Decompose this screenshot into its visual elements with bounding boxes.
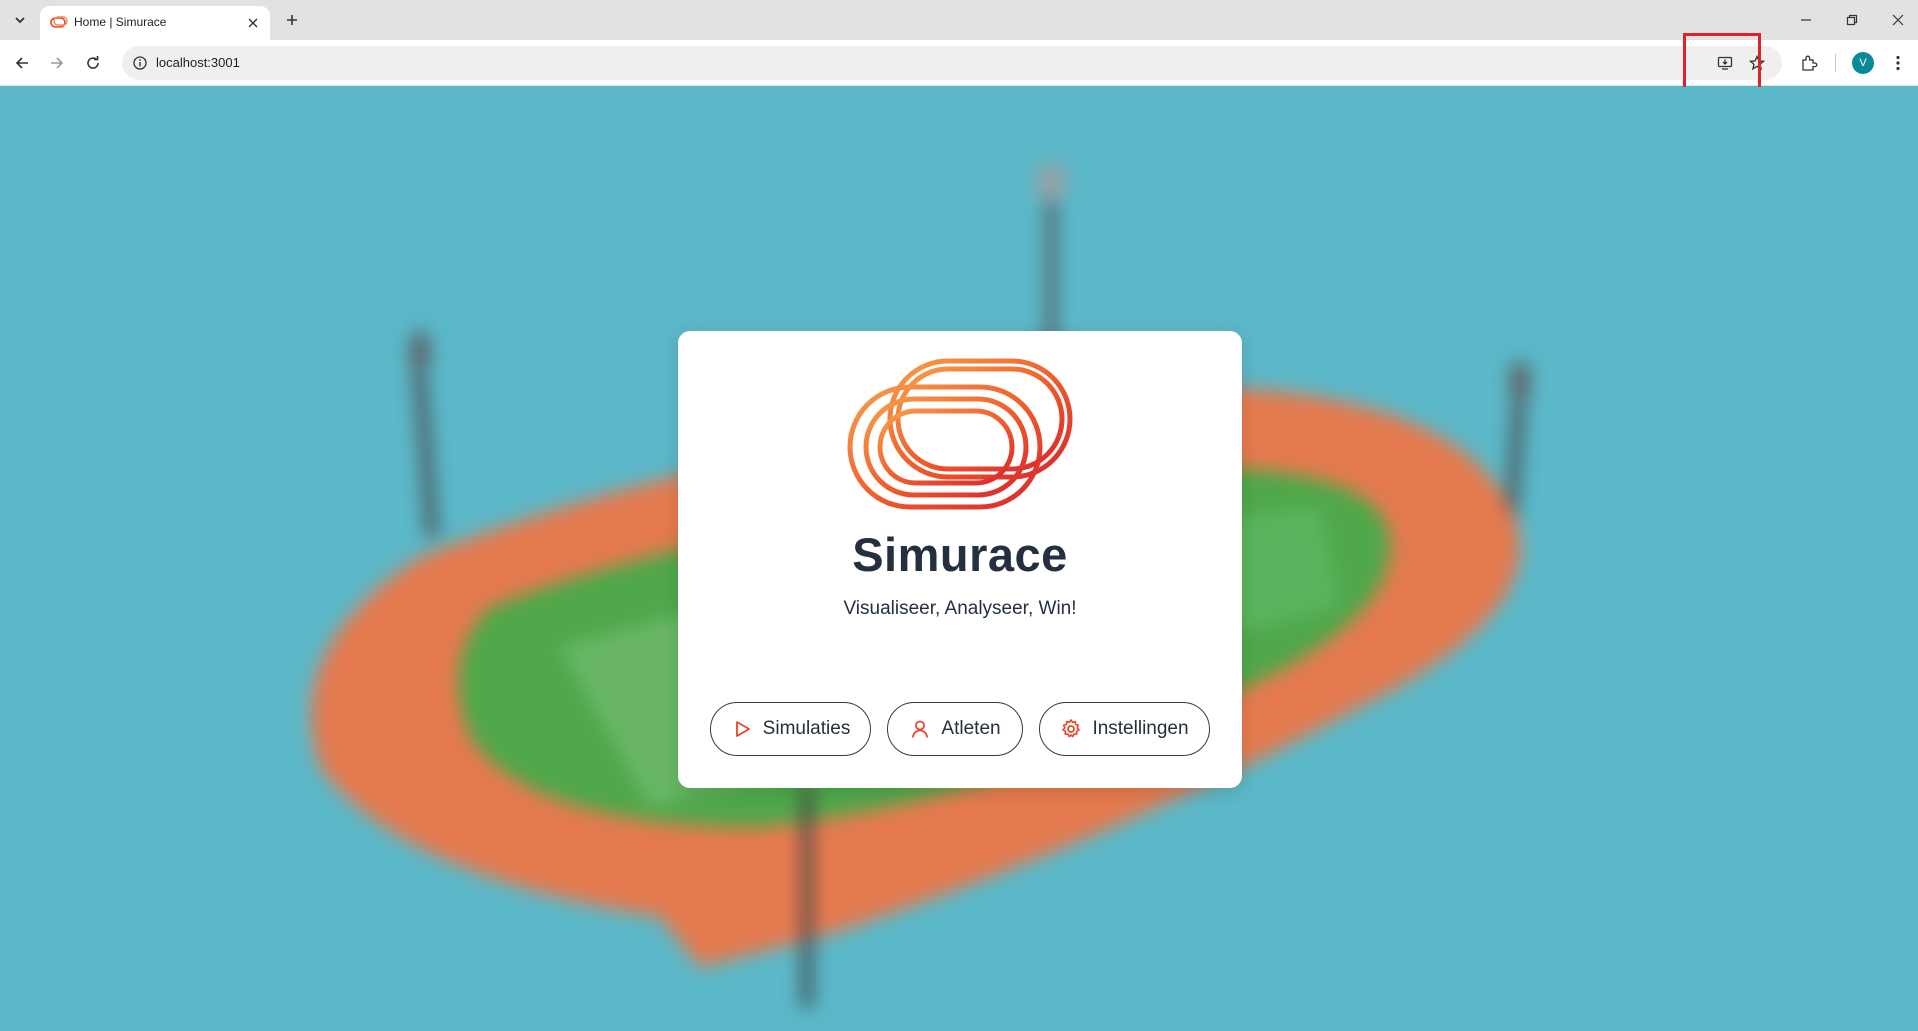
tab-search-button[interactable]: [8, 9, 32, 31]
play-icon: [731, 718, 753, 740]
active-tab[interactable]: Home | Simurace: [40, 6, 270, 40]
simurace-logo-icon: [847, 358, 1073, 510]
star-icon: [1749, 55, 1765, 71]
bookmark-button[interactable]: [1745, 51, 1769, 75]
simulaties-button[interactable]: Simulaties: [710, 702, 871, 756]
forward-button[interactable]: [44, 50, 70, 76]
simurace-favicon-icon: [50, 16, 68, 28]
close-window-button[interactable]: [1884, 8, 1912, 32]
minimize-button[interactable]: [1792, 8, 1820, 32]
new-tab-button[interactable]: [280, 8, 304, 32]
toolbar-separator: [1835, 54, 1836, 72]
browser-menu-button[interactable]: [1886, 50, 1910, 76]
url-text: localhost:3001: [156, 55, 240, 70]
chevron-down-icon: [15, 17, 25, 24]
install-app-button[interactable]: [1713, 51, 1737, 75]
close-icon: [248, 18, 258, 28]
atleten-button[interactable]: Atleten: [887, 702, 1023, 756]
gear-icon: [1060, 718, 1082, 740]
back-button[interactable]: [9, 50, 35, 76]
info-icon: [133, 56, 147, 70]
arrow-left-icon: [15, 57, 28, 69]
install-app-icon: [1717, 56, 1733, 70]
welcome-card: Simurace Visualiseer, Analyseer, Win! Si…: [678, 331, 1242, 788]
site-info-button[interactable]: [130, 53, 150, 73]
reload-button[interactable]: [80, 50, 106, 76]
instellingen-label: Instellingen: [1092, 718, 1189, 739]
user-icon: [909, 718, 931, 740]
minimize-icon: [1801, 19, 1811, 21]
simulaties-label: Simulaties: [762, 718, 851, 739]
plus-icon: [287, 15, 297, 25]
tab-close-button[interactable]: [244, 14, 262, 32]
tab-strip: Home | Simurace: [0, 0, 1918, 40]
atleten-label: Atleten: [941, 718, 1001, 739]
restore-icon: [1846, 14, 1858, 26]
instellingen-button[interactable]: Instellingen: [1039, 702, 1210, 756]
arrow-right-icon: [51, 57, 64, 69]
more-vertical-icon: [1896, 55, 1900, 71]
profile-avatar[interactable]: V: [1852, 52, 1874, 74]
extensions-button[interactable]: [1796, 50, 1822, 76]
app-title: Simurace: [852, 528, 1068, 581]
puzzle-icon: [1802, 55, 1818, 71]
tab-title: Home | Simurace: [74, 15, 167, 29]
reload-icon: [87, 56, 99, 69]
restore-button[interactable]: [1838, 8, 1866, 32]
app-tagline: Visualiseer, Analyseer, Win!: [843, 598, 1077, 619]
close-icon: [1892, 14, 1904, 26]
browser-toolbar: localhost:3001 V: [0, 40, 1918, 86]
address-bar[interactable]: localhost:3001: [122, 46, 1782, 80]
page-content: Simurace Visualiseer, Analyseer, Win! Si…: [0, 87, 1918, 1031]
